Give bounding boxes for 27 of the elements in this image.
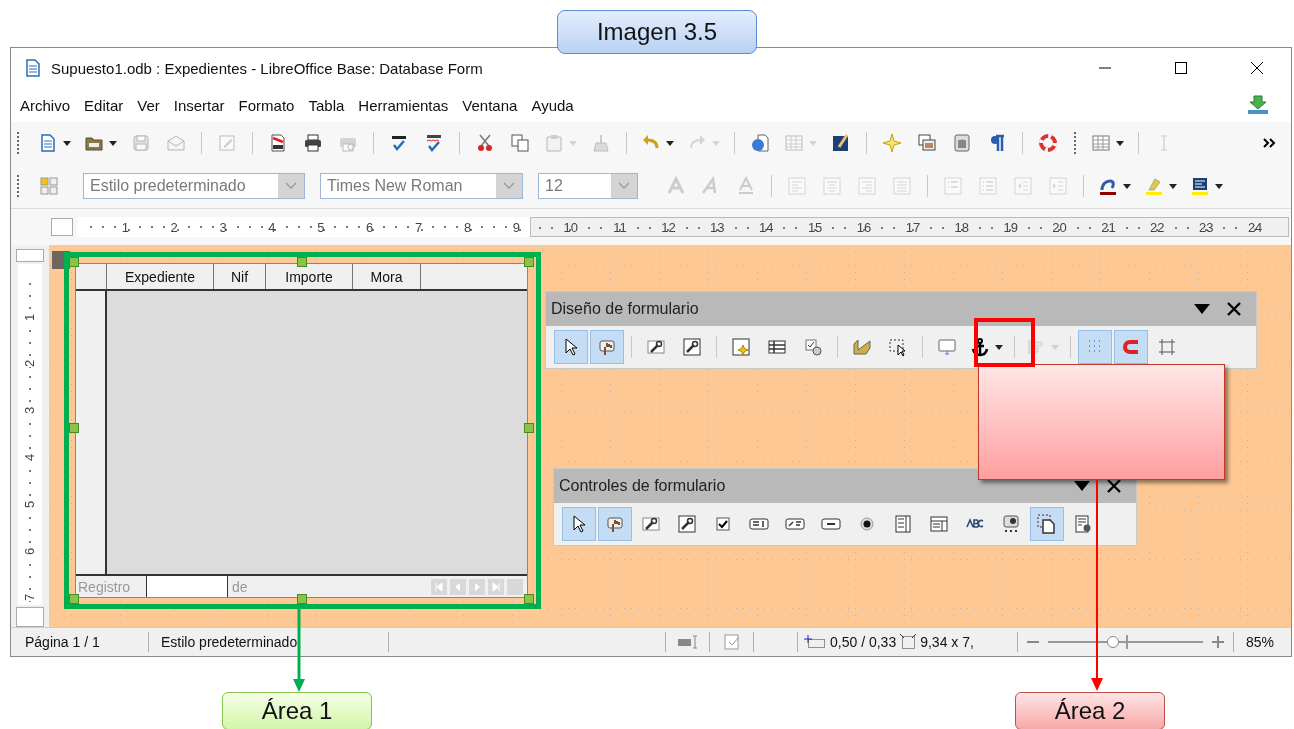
position-value: 0,50 / 0,33 [830, 634, 897, 650]
column-header[interactable]: Expediente [107, 264, 214, 289]
toolbar-title-bar[interactable]: Diseño de formulario [546, 292, 1256, 326]
menu-item[interactable]: Herramientas [353, 96, 454, 114]
menu-item[interactable]: Editar [79, 96, 129, 114]
menu-item[interactable]: Formato [233, 96, 300, 114]
column-header[interactable]: Mora [353, 264, 421, 289]
menu-item[interactable]: Archivo [15, 96, 76, 114]
table-control[interactable]: Expediente Nif Importe Mora Registro de [75, 263, 528, 598]
window-title: Supuesto1.odb : Expedientes - LibreOffice Base: Database Form [51, 59, 483, 77]
toolbar-title: Diseño de formulario [551, 300, 700, 318]
column-header[interactable]: Nif [214, 264, 266, 289]
menu-item[interactable]: Ventana [457, 96, 523, 114]
page-count: Página 1 / 1 [11, 632, 149, 652]
menu-item[interactable]: Ver [132, 96, 165, 114]
figure-caption: Imagen 3.5 [557, 10, 757, 54]
callout-label: Área 2 [1015, 692, 1165, 729]
toolbar-title: Controles de formulario [559, 477, 727, 495]
callout-label: Área 1 [222, 692, 372, 729]
size-value: 9,34 x 7, [920, 634, 974, 650]
toolbar-title-bar[interactable]: Controles de formulario [554, 469, 1136, 503]
menu-item[interactable]: Tabla [303, 96, 350, 114]
page-style: Estilo predeterminado [149, 632, 389, 652]
zoom-percent[interactable]: 85% [1234, 632, 1283, 652]
menu-item[interactable]: Ayuda [526, 96, 579, 114]
menu-item[interactable]: Insertar [168, 96, 230, 114]
record-count-label: de [231, 578, 248, 595]
